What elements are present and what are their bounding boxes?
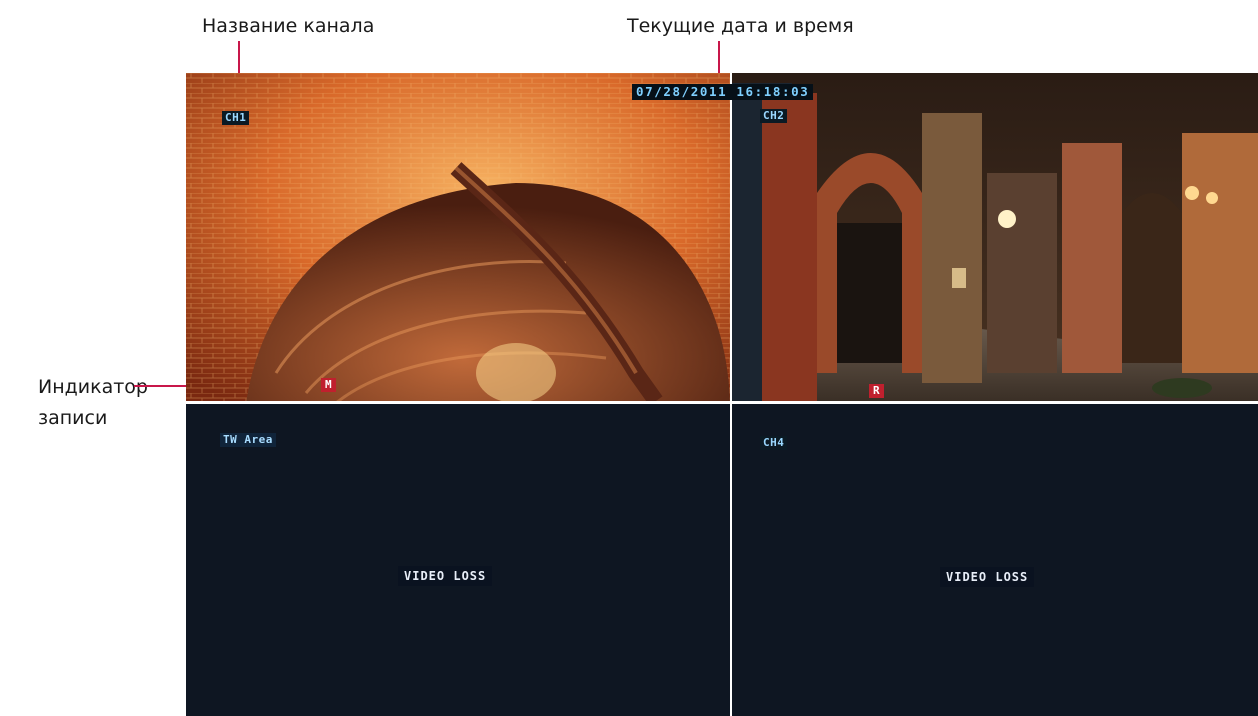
camera-tile-ch4[interactable]: CH4 VIDEO LOSS xyxy=(732,404,1258,716)
ch2-video-frame xyxy=(732,73,1258,401)
camera-tile-ch2[interactable]: CH2 R xyxy=(732,73,1258,401)
callout-record-indicator-line2: записи xyxy=(38,407,108,429)
ch1-video-frame xyxy=(186,73,730,401)
camera-tile-ch3[interactable]: TW Area VIDEO LOSS xyxy=(186,404,730,716)
record-flag-ch2: R xyxy=(869,384,885,398)
callout-channel-name: Название канала xyxy=(202,15,375,37)
video-loss-label-ch3: VIDEO LOSS xyxy=(398,566,493,586)
video-loss-label-ch4: VIDEO LOSS xyxy=(940,567,1035,587)
current-datetime: 07/28/2011 16:18:03 xyxy=(632,84,814,100)
dvr-quad-view: CH1 M CH2 R 07/28/2011 16:18:03 TW Area … xyxy=(186,73,1258,716)
channel-title-ch2: CH2 xyxy=(760,109,788,123)
channel-title-ch4: CH4 xyxy=(760,436,788,450)
channel-title-ch1: CH1 xyxy=(222,111,250,125)
record-flag-ch1: M xyxy=(321,378,337,392)
channel-title-ch3: TW Area xyxy=(220,433,276,447)
callout-record-indicator-line1: Индикатор xyxy=(38,376,148,398)
callout-datetime: Текущие дата и время xyxy=(627,15,854,37)
camera-tile-ch1[interactable]: CH1 M xyxy=(186,73,730,401)
